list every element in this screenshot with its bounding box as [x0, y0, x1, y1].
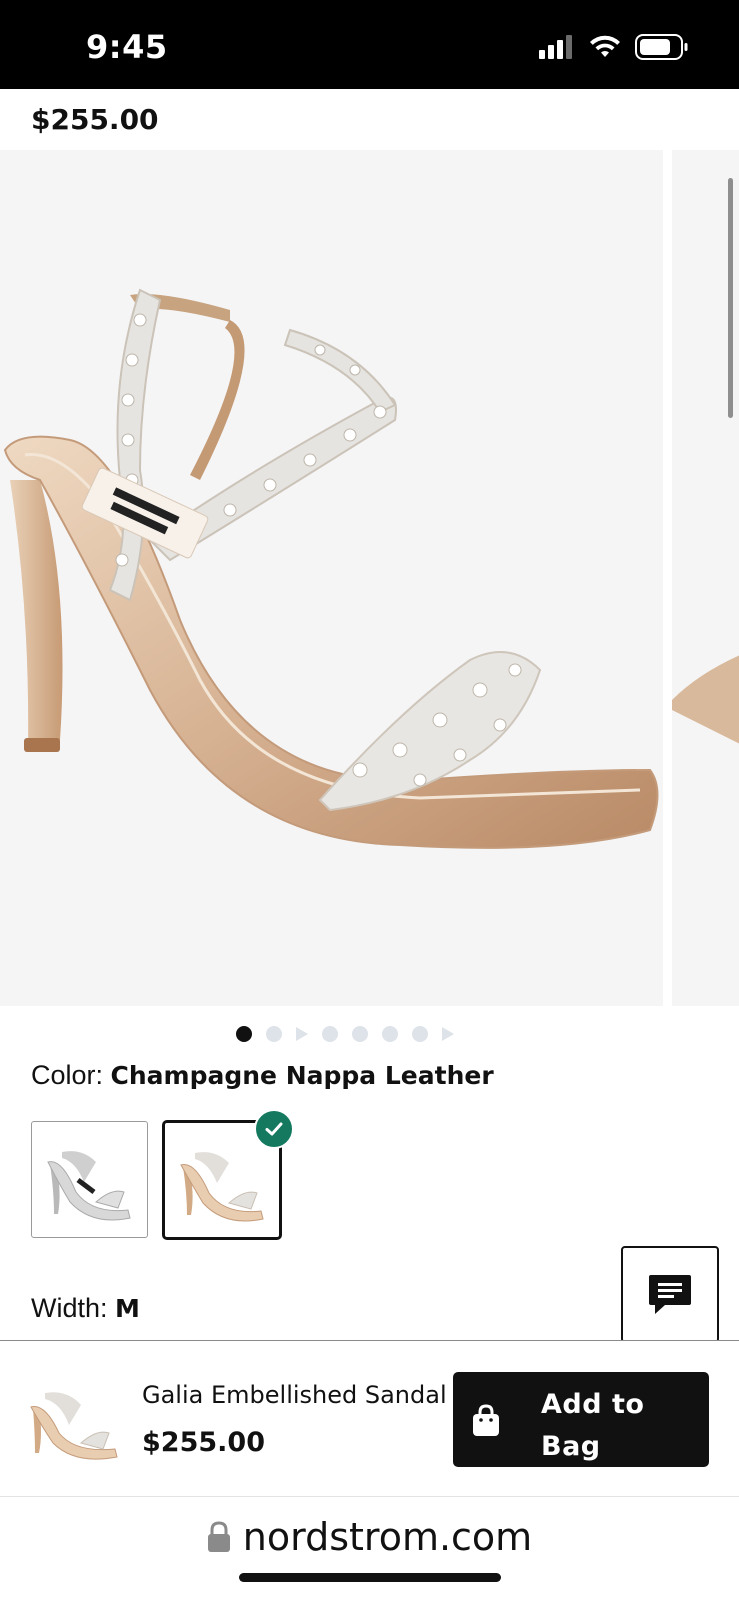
carousel-dot[interactable] — [412, 1026, 428, 1042]
gallery-scrollbar[interactable] — [728, 178, 733, 418]
home-indicator[interactable] — [239, 1573, 501, 1582]
sandal-image — [3, 288, 659, 849]
carousel-dot[interactable] — [352, 1026, 368, 1042]
chat-icon — [649, 1274, 691, 1314]
width-label: Width: — [31, 1293, 116, 1323]
carousel-dot[interactable] — [236, 1026, 252, 1042]
carousel-dot[interactable] — [266, 1026, 282, 1042]
selected-check-icon — [254, 1109, 294, 1149]
battery-icon — [635, 34, 688, 60]
color-label: Color: — [31, 1060, 111, 1090]
carousel-indicator — [236, 1026, 454, 1042]
add-to-bag-button[interactable]: Add to Bag — [453, 1372, 709, 1467]
color-selection-label: Color: Champagne Nappa Leather — [31, 1060, 494, 1091]
status-time: 9:45 — [86, 28, 168, 66]
chat-button[interactable] — [621, 1246, 719, 1343]
video-play-indicator-icon[interactable] — [442, 1027, 454, 1041]
header-price: $255.00 — [31, 103, 159, 136]
carousel-dot[interactable] — [382, 1026, 398, 1042]
add-to-bag-label: Add to Bag — [541, 1389, 645, 1462]
status-bar: 9:45 — [0, 0, 739, 89]
sticky-product-thumbnail — [30, 1392, 118, 1460]
width-value: M — [115, 1294, 140, 1323]
lock-icon — [207, 1521, 230, 1552]
swatch-sandal-image — [47, 1151, 131, 1221]
color-value: Champagne Nappa Leather — [110, 1061, 494, 1090]
video-play-indicator-icon[interactable] — [296, 1027, 308, 1041]
shopping-bag-icon — [473, 1404, 499, 1436]
signal-icon — [539, 35, 572, 59]
product-image-gallery[interactable] — [0, 150, 739, 1006]
sticky-product-name: Galia Embellished Sandal — [142, 1381, 447, 1409]
product-photo-main[interactable] — [0, 150, 663, 1006]
carousel-dot[interactable] — [322, 1026, 338, 1042]
color-swatch-silver[interactable] — [31, 1121, 148, 1238]
wifi-icon — [590, 35, 620, 57]
status-icons — [539, 34, 689, 60]
width-selection-label: Width: M — [31, 1293, 140, 1324]
browser-url-bar[interactable]: nordstrom.com — [0, 1496, 739, 1600]
url-text[interactable]: nordstrom.com — [243, 1515, 532, 1559]
sticky-add-to-bag-bar: Galia Embellished Sandal $255.00 Add to … — [0, 1340, 739, 1496]
url-content: nordstrom.com — [0, 1515, 739, 1559]
sticky-product-price: $255.00 — [142, 1427, 265, 1458]
